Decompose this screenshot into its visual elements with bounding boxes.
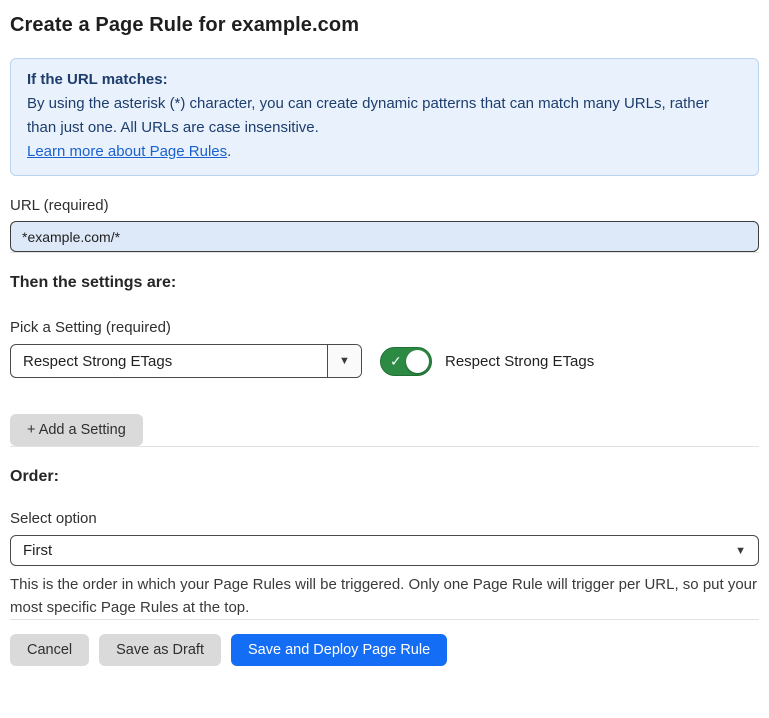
url-match-info-callout: If the URL matches: By using the asteris… [10, 58, 759, 176]
add-setting-button[interactable]: + Add a Setting [10, 414, 143, 446]
setting-select[interactable]: Respect Strong ETags ▼ [10, 344, 362, 378]
footer-actions: Cancel Save as Draft Save and Deploy Pag… [10, 634, 759, 666]
divider [10, 446, 759, 447]
url-field-label: URL (required) [10, 197, 759, 214]
setting-toggle[interactable]: ✓ [380, 347, 432, 376]
page-title: Create a Page Rule for example.com [10, 14, 759, 37]
order-section-heading: Order: [10, 468, 759, 486]
chevron-down-icon[interactable]: ▼ [327, 345, 361, 377]
info-link-suffix: . [227, 143, 231, 160]
toggle-knob [406, 350, 429, 373]
divider [10, 619, 759, 620]
save-draft-button[interactable]: Save as Draft [99, 634, 221, 666]
url-input[interactable] [10, 221, 759, 252]
setting-select-value: Respect Strong ETags [11, 345, 327, 377]
setting-row: Respect Strong ETags ▼ ✓ Respect Strong … [10, 344, 759, 378]
info-heading: If the URL matches: [27, 68, 742, 92]
setting-picker-label: Pick a Setting (required) [10, 319, 759, 336]
info-link-line: Learn more about Page Rules. [27, 140, 742, 164]
toggle-label: Respect Strong ETags [445, 353, 594, 370]
check-icon: ✓ [390, 354, 402, 368]
order-select-label: Select option [10, 510, 759, 527]
chevron-down-icon: ▼ [735, 545, 746, 557]
cancel-button[interactable]: Cancel [10, 634, 89, 666]
save-deploy-button[interactable]: Save and Deploy Page Rule [231, 634, 447, 666]
learn-more-link[interactable]: Learn more about Page Rules [27, 143, 227, 160]
order-select-value: First [23, 542, 52, 559]
divider [10, 252, 759, 253]
info-body-text: By using the asterisk (*) character, you… [27, 92, 742, 140]
order-help-text: This is the order in which your Page Rul… [10, 573, 759, 619]
settings-section-heading: Then the settings are: [10, 274, 759, 292]
order-select[interactable]: First ▼ [10, 535, 759, 566]
